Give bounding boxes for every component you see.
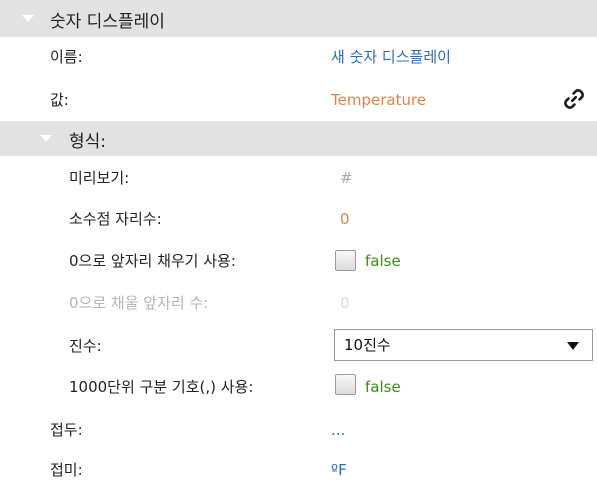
- name-label: 이름:: [50, 48, 83, 66]
- triangle-down-icon[interactable]: [40, 135, 52, 142]
- chevron-down-icon[interactable]: [567, 342, 579, 350]
- preview-label: 미리보기:: [69, 169, 130, 187]
- triangle-down-icon[interactable]: [22, 15, 34, 22]
- decimals-label: 소수점 자리수:: [69, 210, 162, 228]
- link-icon[interactable]: [562, 87, 586, 111]
- zero-pad-value: false: [365, 252, 401, 270]
- section-title: 숫자 디스플레이: [50, 12, 165, 32]
- zero-pad-checkbox[interactable]: [335, 250, 356, 271]
- zero-pad-label: 0으로 앞자리 채우기 사용:: [69, 252, 236, 270]
- value-binding[interactable]: Temperature: [331, 90, 426, 110]
- name-value[interactable]: 새 숫자 디스플레이: [331, 47, 451, 67]
- suffix-label: 접미:: [50, 461, 83, 479]
- section-header-number-display[interactable]: 숫자 디스플레이: [0, 0, 597, 37]
- prefix-value[interactable]: ...: [331, 420, 345, 440]
- radix-selected-value: 10진수: [344, 336, 391, 354]
- thousands-value: false: [365, 378, 401, 396]
- prefix-label: 접두:: [50, 421, 83, 439]
- radix-select[interactable]: 10진수: [334, 329, 593, 361]
- pad-digits-label: 0으로 채울 앞자리 수:: [69, 294, 209, 312]
- suffix-value[interactable]: ºF: [331, 460, 347, 480]
- thousands-checkbox[interactable]: [335, 374, 356, 395]
- radix-label: 진수:: [69, 337, 102, 355]
- preview-value: #: [340, 169, 353, 187]
- decimals-value[interactable]: 0: [340, 209, 350, 229]
- pad-digits-value: 0: [340, 294, 350, 312]
- section-header-format[interactable]: 형식:: [0, 121, 597, 156]
- thousands-label: 1000단위 구분 기호(,) 사용:: [69, 378, 254, 396]
- format-title: 형식:: [69, 132, 107, 152]
- value-label: 값:: [50, 91, 69, 109]
